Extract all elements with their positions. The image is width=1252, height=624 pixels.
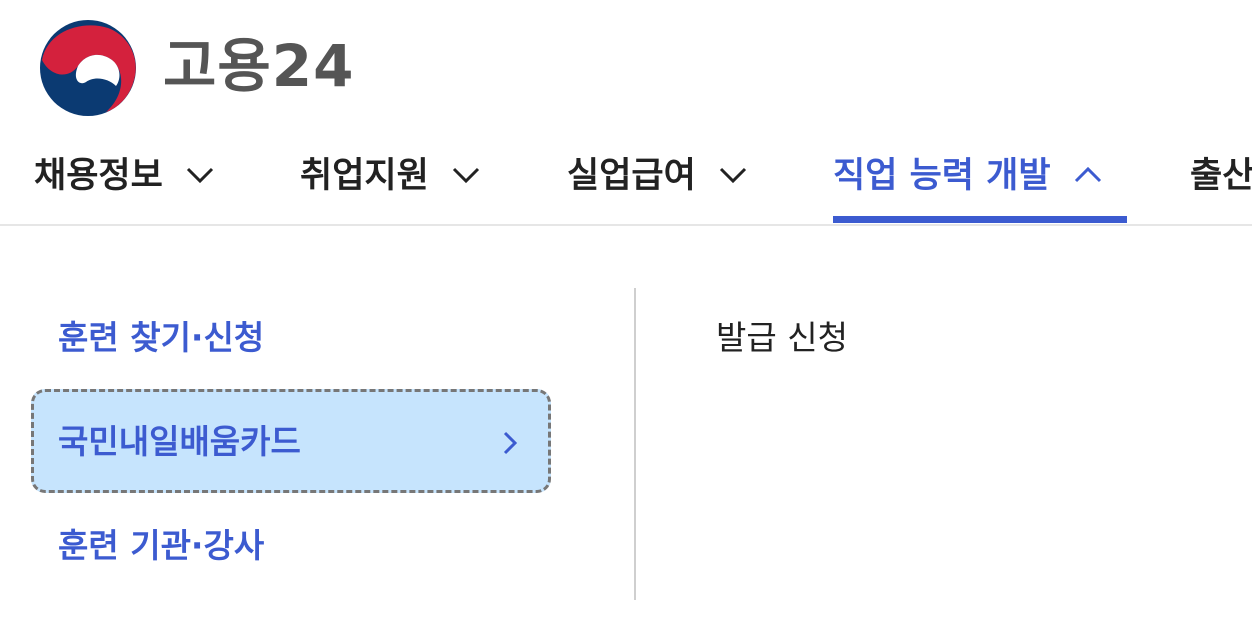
chevron-right-icon <box>503 431 518 455</box>
submenu-item-national-learning-card[interactable]: 국민내일배움카드 <box>31 389 551 493</box>
nav-item-vocational-training[interactable]: 직업 능력 개발 <box>833 140 1103 224</box>
site-header: 고용24 채용정보 취업지원 실업급여 직업 능력 개발 출산 <box>0 0 1252 226</box>
nav-item-label: 취업지원 <box>300 156 429 196</box>
nav-item-label: 직업 능력 개발 <box>833 156 1051 196</box>
nav-item-unemployment-benefit[interactable]: 실업급여 <box>567 140 748 224</box>
nav-item-label: 출산 <box>1190 156 1252 196</box>
submenu-divider <box>634 288 636 600</box>
site-title[interactable]: 고용24 <box>163 32 354 100</box>
main-nav: 채용정보 취업지원 실업급여 직업 능력 개발 출산 <box>0 140 1252 226</box>
nav-item-recruit-info[interactable]: 채용정보 <box>34 140 215 224</box>
chevron-down-icon <box>719 167 746 184</box>
submenu-item-label: 국민내일배움카드 <box>58 422 301 461</box>
active-tab-indicator <box>833 216 1127 223</box>
submenu-item-issue-application[interactable]: 발급 신청 <box>716 318 848 358</box>
nav-item-label: 실업급여 <box>567 156 696 196</box>
chevron-down-icon <box>186 167 213 184</box>
nav-item-label: 채용정보 <box>34 156 163 196</box>
submenu-panel: 훈련 찾기·신청 국민내일배움카드 훈련 기관·강사 발급 신청 <box>0 226 1252 624</box>
submenu-item-training-institution[interactable]: 훈련 기관·강사 <box>58 526 264 566</box>
nav-item-employment-support[interactable]: 취업지원 <box>300 140 481 224</box>
chevron-up-icon <box>1074 166 1101 183</box>
submenu-item-training-search[interactable]: 훈련 찾기·신청 <box>58 318 264 358</box>
nav-item-childbirth[interactable]: 출산 <box>1190 140 1252 224</box>
chevron-down-icon <box>452 167 479 184</box>
taegeuk-emblem-icon[interactable] <box>38 20 138 116</box>
